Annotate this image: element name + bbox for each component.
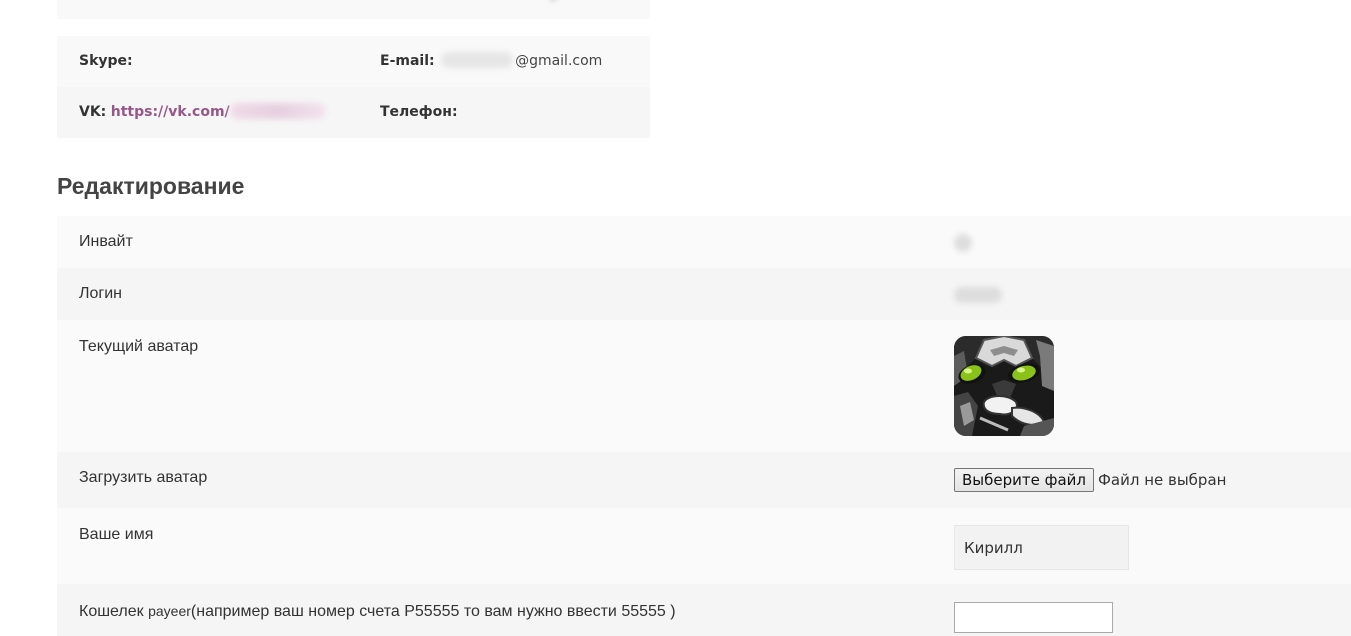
vk-id-redacted bbox=[229, 103, 326, 119]
wallet-label-prefix: Кошелек bbox=[79, 603, 149, 620]
current-avatar-label: Текущий аватар bbox=[79, 338, 199, 355]
your-name-label: Ваше имя bbox=[79, 526, 154, 543]
edit-row-invite: Инвайт bbox=[57, 216, 1351, 268]
profile-page: Skype: E-mail: @gmail.com VK: https://vk… bbox=[0, 0, 1351, 636]
wallet-label: Кошелек payeer(например ваш номер счета … bbox=[79, 603, 676, 621]
vk-cell: VK: https://vk.com/ bbox=[79, 87, 326, 138]
login-value-redacted bbox=[954, 287, 1002, 303]
wallet-label-payeer: payeer bbox=[148, 603, 191, 619]
invite-value-redacted bbox=[954, 234, 972, 252]
email-label: E-mail: bbox=[380, 53, 435, 69]
upload-avatar-label: Загрузить аватар bbox=[79, 469, 208, 486]
name-field-wrapper bbox=[954, 525, 1129, 570]
edit-row-name: Ваше имя bbox=[57, 508, 1351, 584]
email-domain: @gmail.com bbox=[515, 53, 603, 69]
contact-row-vk-phone: VK: https://vk.com/ Телефон: bbox=[57, 87, 650, 138]
file-status-text: Файл не выбран bbox=[1097, 471, 1227, 489]
wallet-input[interactable] bbox=[954, 602, 1113, 633]
phone-label: Телефон: bbox=[380, 104, 458, 120]
email-redacted bbox=[441, 52, 514, 68]
file-upload-control: Выберите файл Файл не выбран bbox=[954, 468, 1226, 492]
choose-file-button[interactable]: Выберите файл bbox=[954, 468, 1094, 492]
edit-row-wallet: Кошелек payeer(например ваш номер счета … bbox=[57, 584, 1351, 636]
phone-cell: Телефон: bbox=[380, 87, 458, 138]
edit-row-current-avatar: Текущий аватар bbox=[57, 320, 1351, 452]
wallet-field-wrapper bbox=[954, 602, 1113, 633]
contact-table: Skype: E-mail: @gmail.com VK: https://vk… bbox=[57, 36, 650, 138]
invite-value bbox=[954, 234, 972, 257]
edit-row-upload-avatar: Загрузить аватар Выберите файл Файл не вы… bbox=[57, 452, 1351, 508]
edit-section-title: Редактирование bbox=[57, 173, 245, 199]
vk-link-text: https://vk.com/ bbox=[110, 104, 230, 120]
email-cell: E-mail: @gmail.com bbox=[380, 36, 602, 87]
edit-row-login: Логин bbox=[57, 268, 1351, 320]
contact-row-skype-email: Skype: E-mail: @gmail.com bbox=[57, 36, 650, 87]
vk-label: VK: bbox=[79, 104, 107, 120]
wallet-label-example: (например ваш номер счета P55555 то вам … bbox=[190, 603, 676, 620]
skype-cell: Skype: bbox=[79, 36, 133, 87]
contact-table-previous-row bbox=[57, 0, 650, 19]
login-value bbox=[954, 287, 1002, 308]
current-avatar bbox=[954, 336, 1054, 436]
vk-link[interactable]: https://vk.com/ bbox=[110, 103, 326, 120]
invite-label: Инвайт bbox=[79, 233, 133, 250]
avatar-image bbox=[954, 336, 1054, 436]
name-input[interactable] bbox=[954, 525, 1129, 570]
blurred-value bbox=[549, 0, 557, 2]
login-label: Логин bbox=[79, 285, 123, 302]
skype-label: Skype: bbox=[79, 53, 133, 69]
